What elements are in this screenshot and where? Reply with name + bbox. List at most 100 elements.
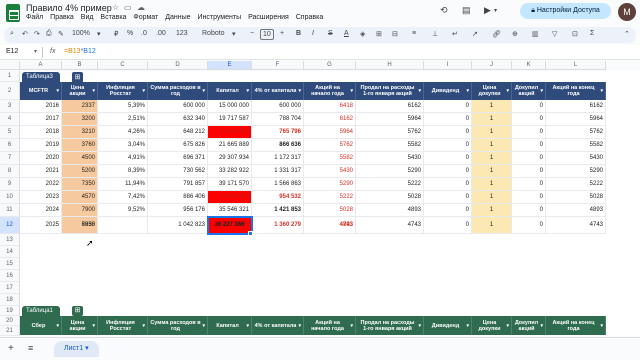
menu-view[interactable]: Вид — [81, 14, 94, 21]
vertical-align-icon[interactable]: ⊥ — [432, 30, 438, 38]
table-cell[interactable]: 0 — [424, 178, 472, 191]
column-header-a[interactable]: A — [20, 61, 62, 70]
column-header-h[interactable]: H — [356, 61, 424, 70]
table-cell[interactable]: 5582 — [304, 152, 356, 165]
table-cell[interactable]: 0 — [512, 217, 546, 234]
row-header-2[interactable]: 2 — [0, 82, 20, 100]
table-cell[interactable]: 6162 — [356, 100, 424, 113]
bold-button[interactable]: B — [296, 30, 301, 37]
table-cell[interactable]: 2022 — [20, 178, 62, 191]
table-cell[interactable]: 0 — [424, 204, 472, 217]
table-cell[interactable]: 0 — [424, 217, 472, 234]
table-cell[interactable]: 0 — [424, 113, 472, 126]
chevron-down-icon[interactable]: ▾ — [350, 323, 353, 329]
borders-icon[interactable]: ⊞ — [376, 30, 382, 38]
row12-b-cell[interactable]: 7838 — [62, 217, 98, 234]
table-header-cell[interactable]: Акций на начало года ▾ — [304, 82, 356, 100]
row-header-1[interactable]: 1 — [0, 71, 20, 82]
cloud-status-icon[interactable]: ☁ — [137, 3, 145, 12]
move-to-folder-icon[interactable]: ▭ — [124, 3, 132, 12]
table-cell[interactable]: 648 212 — [148, 126, 208, 139]
table-header-cell[interactable]: Сумма расходов в год ▾ — [148, 82, 208, 100]
table-cell[interactable]: 3,04% — [98, 139, 148, 152]
table-cell[interactable]: 4743 — [546, 217, 606, 234]
table-cell[interactable]: 6418 — [304, 100, 356, 113]
text-wrap-icon[interactable]: ↵ — [452, 30, 458, 38]
row-header-8[interactable]: 8 — [0, 165, 20, 178]
table-header-cell[interactable]: Акций на начало года ▾ — [304, 316, 356, 335]
table-header-cell[interactable]: Продал на расходы 1-го января акций ▾ — [356, 82, 424, 100]
table-cell[interactable]: 1 042 823 — [148, 217, 208, 234]
more-formats-button[interactable]: 123 — [176, 30, 188, 37]
chevron-down-icon[interactable]: ▾ — [600, 323, 603, 329]
table-cell[interactable]: 5028 — [304, 204, 356, 217]
chevron-down-icon[interactable]: ▾ — [34, 48, 37, 55]
row-header-3[interactable]: 3 — [0, 100, 20, 113]
table-cell[interactable]: 0 — [424, 152, 472, 165]
table-cell[interactable] — [98, 217, 148, 234]
table-cell[interactable]: 1 — [472, 100, 512, 113]
table-header-cell[interactable]: Инфляция Росстат ▾ — [98, 316, 148, 335]
table-cell[interactable]: 21 665 889 — [208, 139, 252, 152]
table-cell[interactable]: 2021 — [20, 165, 62, 178]
table-cell[interactable]: 1 421 853 — [252, 204, 304, 217]
table-cell[interactable]: 29 307 934 — [208, 152, 252, 165]
chevron-down-icon[interactable]: ▾ — [142, 88, 145, 94]
table-cell[interactable]: 0 — [512, 139, 546, 152]
table-header-cell[interactable]: Продал на расходы 1-го января акций ▾ — [356, 316, 424, 335]
column-header-k[interactable]: K — [512, 61, 546, 70]
column-header-j[interactable]: J — [472, 61, 512, 70]
table-header-cell[interactable]: 4% от капитала ▾ — [252, 316, 304, 335]
filter-views-icon[interactable]: ⊡ — [572, 30, 578, 38]
row-header-5[interactable]: 5 — [0, 126, 20, 139]
video-icon[interactable]: ▶ — [484, 5, 491, 16]
table-cell[interactable]: 5964 — [304, 126, 356, 139]
menu-extensions[interactable]: Расширения — [248, 14, 289, 21]
table-cell[interactable]: 0 — [424, 139, 472, 152]
table-cell[interactable]: 6162 — [304, 113, 356, 126]
table-cell[interactable]: 5582 — [546, 139, 606, 152]
table-cell[interactable]: 33 282 922 — [208, 165, 252, 178]
table-cell[interactable]: 2016 — [20, 100, 62, 113]
row-header-14[interactable]: 14 — [0, 246, 20, 258]
name-box[interactable]: E12 — [6, 48, 18, 55]
sheet-tab-active[interactable]: Лист1 ▾ — [54, 341, 99, 357]
menu-data[interactable]: Данные — [165, 14, 190, 21]
chevron-down-icon[interactable]: ▾ — [506, 323, 509, 329]
column-header-l[interactable]: L — [546, 61, 606, 70]
table-cell[interactable]: 696 371 — [148, 152, 208, 165]
font-size-increase-button[interactable]: + — [280, 30, 284, 37]
table-header-cell[interactable]: Сумма расходов в год ▾ — [148, 316, 208, 335]
menu-help[interactable]: Справка — [296, 14, 323, 21]
chevron-down-icon[interactable]: ▾ — [418, 88, 421, 94]
row-header-12[interactable]: 12 — [0, 217, 20, 234]
table-cell[interactable]: 6162 — [546, 100, 606, 113]
table-cell[interactable]: 675 826 — [148, 139, 208, 152]
row-header-18[interactable]: 18 — [0, 294, 20, 306]
table-cell[interactable]: 1 — [472, 126, 512, 139]
table-cell[interactable]: 1 — [472, 191, 512, 204]
table-header-cell[interactable]: Докупил акций ▾ — [512, 82, 546, 100]
percent-format-button[interactable]: % — [127, 30, 133, 37]
undo-icon[interactable]: ↶ — [22, 30, 28, 38]
menu-tools[interactable]: Инструменты — [197, 14, 241, 21]
table-cell[interactable]: 5964 — [356, 113, 424, 126]
table-header-cell[interactable]: Акций на конец года ▾ — [546, 316, 606, 335]
chevron-down-icon[interactable]: ▾ — [466, 88, 469, 94]
table-cell[interactable]: 1 331 317 — [252, 165, 304, 178]
column-header-b[interactable]: B — [62, 61, 98, 70]
chevron-down-icon[interactable]: ▾ — [97, 30, 101, 38]
row-header-17[interactable]: 17 — [0, 282, 20, 294]
row12-e-cell[interactable]: 36 227 366 — [208, 217, 252, 234]
star-icon[interactable]: ☆ — [112, 3, 119, 12]
font-size-input[interactable]: 10 — [260, 29, 274, 40]
collapse-toolbar-icon[interactable]: ⌃ — [624, 30, 630, 38]
column-header-c[interactable]: C — [98, 61, 148, 70]
table-cell[interactable]: 1 — [472, 139, 512, 152]
increase-decimal-button[interactable]: .00 — [156, 30, 166, 37]
italic-icon[interactable]: I — [312, 30, 314, 37]
table-cell[interactable]: 5964 — [546, 113, 606, 126]
table-cell[interactable]: 1 — [472, 113, 512, 126]
table-header-cell[interactable]: MCFTR ▾ — [20, 82, 62, 100]
table-cell[interactable]: 5762 — [356, 126, 424, 139]
